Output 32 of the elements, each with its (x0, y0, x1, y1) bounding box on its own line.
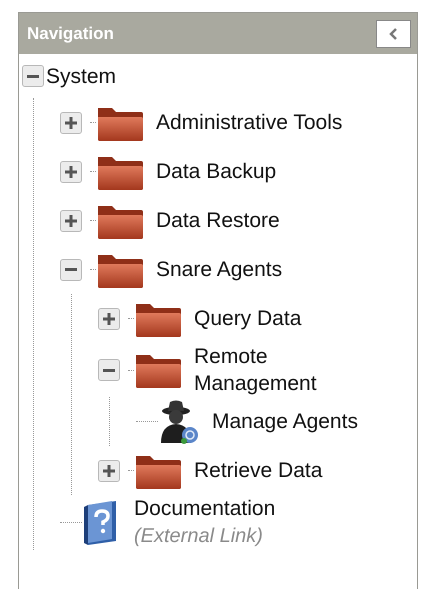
external-link[interactable]: Documentation (134, 495, 276, 522)
folder-icon (134, 352, 182, 388)
minus-icon (27, 74, 39, 78)
tree-toggle[interactable] (60, 112, 82, 134)
tree-toggle[interactable] (60, 258, 82, 280)
plus-icon (103, 312, 115, 324)
plus-icon (65, 214, 77, 226)
tree-toggle[interactable] (98, 359, 120, 381)
tree-toggle[interactable] (22, 65, 44, 87)
tree-item-label[interactable]: Query Data (194, 305, 302, 332)
plus-icon (65, 116, 77, 128)
tree-toggle[interactable] (98, 460, 120, 482)
minus-icon (65, 268, 77, 271)
tree-item-label[interactable]: Snare Agents (156, 256, 282, 283)
tree-toggle[interactable] (60, 160, 82, 182)
panel-title: Navigation (27, 22, 114, 45)
tree-item-label[interactable]: Manage Agents (212, 408, 358, 435)
tree-toggle[interactable] (98, 308, 120, 330)
minus-icon (103, 368, 115, 372)
tree-item-label[interactable]: Data Restore (156, 207, 280, 234)
plus-icon (65, 166, 77, 178)
plus-icon (103, 464, 115, 476)
collapse-button[interactable] (376, 20, 411, 48)
tree-item-label[interactable]: Data Backup (156, 158, 276, 185)
tree-item-label[interactable]: Administrative Tools (156, 109, 342, 136)
tree-item-label[interactable]: Retrieve Data (194, 457, 322, 484)
tree-item-label[interactable]: Remote Management (194, 343, 394, 397)
chevron-left-icon (388, 26, 398, 40)
tree-item-label[interactable]: System (46, 62, 116, 90)
tree-toggle[interactable] (60, 210, 82, 232)
spy-icon (158, 398, 200, 444)
link-note: (External Link) (134, 524, 264, 549)
